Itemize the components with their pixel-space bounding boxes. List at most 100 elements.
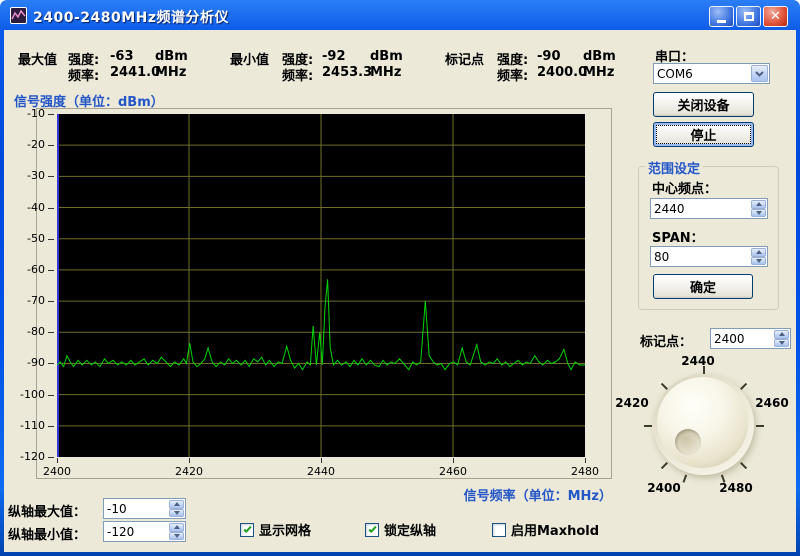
y-tick-label: -30 bbox=[27, 169, 45, 183]
show-grid-checkbox[interactable] bbox=[240, 522, 254, 537]
ymax-spinner[interactable]: -10 bbox=[103, 498, 186, 519]
y-tick-mark bbox=[48, 145, 54, 147]
spin-down-icon[interactable] bbox=[169, 508, 184, 517]
check-icon bbox=[367, 525, 377, 534]
spin-down-icon[interactable] bbox=[751, 208, 766, 217]
x-tick-label: 2480 bbox=[571, 465, 599, 478]
min-label: 最小值 bbox=[230, 53, 270, 68]
max-label: 最大值 bbox=[18, 53, 58, 68]
confirm-button[interactable]: 确定 bbox=[653, 274, 753, 299]
ymax-value[interactable]: -10 bbox=[104, 499, 168, 518]
x-tick-mark bbox=[585, 458, 586, 463]
max-freq-label: 频率: bbox=[68, 69, 100, 84]
x-tick-label: 2460 bbox=[439, 465, 467, 478]
chart-panel: -10 -20 -30 -40 -50 -60 -70 -80 -90 -100 -110 -120 2… bbox=[20, 107, 612, 479]
spin-up-icon[interactable] bbox=[751, 248, 766, 257]
center-freq-label: 中心频点： bbox=[652, 182, 718, 197]
x-tick-mark bbox=[57, 458, 58, 463]
min-strength-unit: dBm bbox=[370, 49, 403, 64]
serial-port-value: COM6 bbox=[657, 66, 693, 81]
dial-tick-mark bbox=[755, 424, 764, 427]
maxhold-label: 启用Maxhold bbox=[511, 524, 600, 539]
dial-tick-mark bbox=[643, 424, 652, 427]
min-freq-label: 频率: bbox=[282, 69, 314, 84]
serial-port-select[interactable]: COM6 bbox=[653, 63, 770, 84]
x-tick-mark bbox=[321, 458, 322, 463]
close-icon: ✕ bbox=[770, 9, 781, 24]
max-strength-unit: dBm bbox=[155, 49, 188, 64]
y-tick-label: -100 bbox=[20, 387, 45, 401]
lock-yaxis-option[interactable]: 锁定纵轴 bbox=[365, 520, 436, 539]
min-freq-value: 2453.3 bbox=[322, 65, 373, 80]
marker-dial[interactable] bbox=[643, 365, 764, 483]
marker-spinner[interactable]: 2400 bbox=[710, 328, 791, 349]
maxhold-checkbox[interactable] bbox=[492, 522, 506, 537]
app-icon bbox=[10, 7, 27, 24]
x-tick-mark bbox=[453, 458, 454, 463]
spin-down-icon[interactable] bbox=[751, 256, 766, 265]
max-strength-value: -63 bbox=[110, 49, 134, 64]
dial-indicator-dimple bbox=[675, 429, 701, 455]
ymin-spinner[interactable]: -120 bbox=[103, 521, 186, 542]
y-tick-label: -40 bbox=[27, 200, 45, 214]
x-tick-label: 2420 bbox=[175, 465, 203, 478]
marker-strength-unit: dBm bbox=[583, 49, 616, 64]
min-freq-unit: MHz bbox=[370, 65, 402, 80]
marker-freq-label: 频率: bbox=[497, 69, 529, 84]
y-tick-label: -80 bbox=[27, 325, 45, 339]
show-grid-option[interactable]: 显示网格 bbox=[240, 520, 311, 539]
span-value[interactable]: 80 bbox=[651, 247, 750, 266]
y-tick-mark bbox=[48, 363, 54, 365]
marker-spinner-label: 标记点： bbox=[640, 335, 693, 350]
y-tick-mark bbox=[48, 394, 54, 396]
span-spinner[interactable]: 80 bbox=[650, 246, 768, 267]
stop-button[interactable]: 停止 bbox=[653, 122, 754, 147]
spin-down-icon[interactable] bbox=[169, 531, 184, 540]
max-freq-value: 2441.0 bbox=[110, 65, 161, 80]
show-grid-label: 显示网格 bbox=[259, 524, 312, 539]
dial-ball[interactable] bbox=[657, 377, 748, 468]
spin-up-icon[interactable] bbox=[169, 523, 184, 532]
x-tick-label: 2440 bbox=[307, 465, 335, 478]
center-freq-value[interactable]: 2440 bbox=[651, 199, 750, 218]
y-tick-label: -20 bbox=[27, 138, 45, 152]
spin-up-icon[interactable] bbox=[751, 200, 766, 209]
minimize-button[interactable] bbox=[709, 6, 734, 27]
close-device-button[interactable]: 关闭设备 bbox=[653, 92, 754, 117]
x-tick-label: 2400 bbox=[43, 465, 71, 478]
marker-strength-value: -90 bbox=[537, 49, 561, 64]
y-tick-label: -10 bbox=[27, 107, 45, 120]
marker-freq-unit: MHz bbox=[583, 65, 615, 80]
spin-up-icon[interactable] bbox=[774, 330, 789, 339]
spectrum-plot: -10 -20 -30 -40 -50 -60 -70 -80 -90 -100 -110 -120 2… bbox=[20, 107, 599, 478]
marker-label: 标记点 bbox=[445, 53, 485, 68]
y-tick-mark bbox=[48, 176, 54, 178]
window-title: 2400-2480MHz频谱分析仪 bbox=[33, 10, 230, 26]
y-tick-mark bbox=[48, 238, 54, 240]
spin-down-icon[interactable] bbox=[774, 338, 789, 347]
y-tick-label: -60 bbox=[27, 262, 45, 276]
dial-label-2440: 2440 bbox=[681, 354, 715, 368]
y-tick-label: -110 bbox=[20, 418, 45, 432]
max-freq-unit: MHz bbox=[155, 65, 187, 80]
center-freq-spinner[interactable]: 2440 bbox=[650, 198, 768, 219]
close-button[interactable]: ✕ bbox=[763, 6, 788, 27]
dial-label-2420: 2420 bbox=[615, 396, 649, 410]
min-strength-value: -92 bbox=[322, 49, 346, 64]
marker-spinner-value[interactable]: 2400 bbox=[711, 329, 773, 348]
y-tick-mark bbox=[48, 269, 54, 271]
maximize-button[interactable] bbox=[736, 6, 761, 27]
minimize-icon bbox=[717, 19, 726, 23]
lock-yaxis-checkbox[interactable] bbox=[365, 522, 379, 537]
y-tick-mark bbox=[48, 457, 54, 458]
spin-up-icon[interactable] bbox=[169, 500, 184, 509]
app-window: 2400-2480MHz频谱分析仪 ✕ 最大值 强度: -63 dBm 频率: … bbox=[0, 0, 800, 556]
y-tick-mark bbox=[48, 207, 54, 209]
chevron-down-icon[interactable] bbox=[751, 65, 768, 82]
maxhold-option[interactable]: 启用Maxhold bbox=[492, 520, 599, 539]
ymin-value[interactable]: -120 bbox=[104, 522, 168, 541]
dial-label-2460: 2460 bbox=[755, 396, 789, 410]
dial-label-2480: 2480 bbox=[719, 481, 753, 495]
marker-freq-value: 2400.0 bbox=[537, 65, 588, 80]
y-tick-label: -70 bbox=[27, 294, 45, 308]
